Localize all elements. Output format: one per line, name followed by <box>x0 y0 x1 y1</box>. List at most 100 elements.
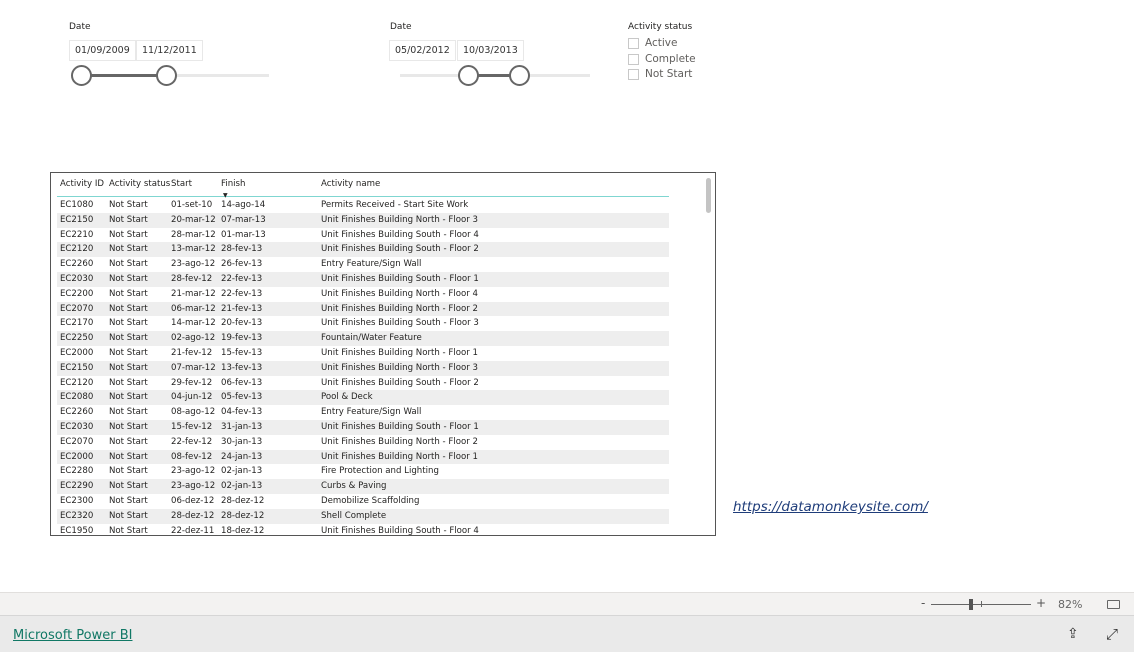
table-cell: 20-mar-12 <box>171 214 216 225</box>
table-cell: 04-fev-13 <box>221 407 263 418</box>
zoom-slider-handle[interactable] <box>969 599 973 610</box>
table-row[interactable]: EC2000 Not Start 21-fev-12 15-fev-13 Unit Fi… <box>57 346 669 361</box>
table-row[interactable]: EC2300 Not Start 06-dez-12 28-dez-12 Demobil… <box>57 494 669 509</box>
table-row[interactable]: EC2320 Not Start 28-dez-12 28-dez-12 Shell C… <box>57 508 669 524</box>
start-date-input[interactable]: 01/09/2009 <box>69 40 136 61</box>
table-cell: Not Start <box>109 362 148 373</box>
start-date-input[interactable]: 05/02/2012 <box>389 40 456 61</box>
slider-end-handle[interactable] <box>509 65 530 86</box>
table-cell: 28-fev-13 <box>221 244 263 255</box>
table-row[interactable]: EC2170 Not Start 14-mar-12 20-fev-13 Unit Fi… <box>57 316 669 331</box>
table-cell: 21-mar-12 <box>171 288 216 299</box>
table-cell: 28-fev-12 <box>171 274 213 284</box>
table-cell: EC2280 <box>60 466 94 477</box>
table-row[interactable]: EC2250 Not Start 02-ago-12 19-fev-13 Fountai… <box>57 331 669 346</box>
table-cell: Unit Finishes Building North - Floor 3 <box>321 362 478 373</box>
table-header: Activity ID Activity status Start Finish… <box>57 179 669 199</box>
table-cell: Entry Feature/Sign Wall <box>321 259 422 270</box>
website-link[interactable]: https://datamonkeysite.com/ <box>733 499 928 515</box>
table-row[interactable]: EC2030 Not Start 28-fev-12 22-fev-13 Unit Fi… <box>57 272 669 287</box>
table-row[interactable]: EC2260 Not Start 23-ago-12 26-fev-13 Entry F… <box>57 257 669 272</box>
table-row[interactable]: EC2260 Not Start 08-ago-12 04-fev-13 Entry F… <box>57 405 669 420</box>
slider-start-handle[interactable] <box>458 65 479 86</box>
table-row[interactable]: EC1950 Not Start 22-dez-11 18-dez-12 Unit Fi… <box>57 524 669 535</box>
table-cell: Not Start <box>109 466 148 477</box>
table-row[interactable]: EC2030 Not Start 15-fev-12 31-jan-13 Unit Fi… <box>57 420 669 435</box>
table-cell: Permits Received - Start Site Work <box>321 200 469 210</box>
table-row[interactable]: EC2070 Not Start 06-mar-12 21-fev-13 Unit Fi… <box>57 301 669 317</box>
table-cell: Not Start <box>109 407 148 418</box>
table-cell: 28-mar-12 <box>171 229 216 240</box>
table-cell: 23-ago-12 <box>171 259 216 270</box>
table-row[interactable]: EC2000 Not Start 08-fev-12 24-jan-13 Unit Fi… <box>57 449 669 465</box>
end-date-input[interactable]: 10/03/2013 <box>457 40 524 61</box>
table-row[interactable]: EC2200 Not Start 21-mar-12 22-fev-13 Unit Fi… <box>57 287 669 302</box>
table-row[interactable]: EC2150 Not Start 20-mar-12 07-mar-13 Unit Fi… <box>57 212 669 228</box>
slider-end-handle[interactable] <box>156 65 177 86</box>
table-cell: EC2000 <box>60 451 94 462</box>
table-cell: EC2250 <box>60 333 94 344</box>
zoom-out-button[interactable]: - <box>921 596 925 610</box>
table-cell: Unit Finishes Building North - Floor 2 <box>321 303 478 314</box>
table-cell: Not Start <box>109 510 148 521</box>
checkbox-active[interactable]: Active <box>628 37 677 49</box>
share-icon[interactable]: ⇪ <box>1067 626 1079 642</box>
table-cell: 13-mar-12 <box>171 244 216 255</box>
table-cell: 26-fev-13 <box>221 259 263 270</box>
zoom-in-button[interactable]: + <box>1036 596 1046 610</box>
footer: ⇪ ⤢ <box>0 616 1134 652</box>
table-cell: 28-dez-12 <box>171 510 215 521</box>
expand-icon[interactable]: ⤢ <box>1106 625 1118 643</box>
slider-range <box>82 74 167 77</box>
checkbox-not-start[interactable]: Not Start <box>628 68 692 80</box>
vertical-scrollbar[interactable] <box>706 178 711 213</box>
column-header[interactable]: Activity name <box>321 179 380 189</box>
table-cell: 02-jan-13 <box>221 466 263 477</box>
table-cell: Not Start <box>109 496 148 506</box>
table-row[interactable]: EC2120 Not Start 13-mar-12 28-fev-13 Unit Fi… <box>57 242 669 258</box>
table-row[interactable]: EC2070 Not Start 22-fev-12 30-jan-13 Unit Fi… <box>57 435 669 450</box>
column-header[interactable]: Activity ID <box>60 179 104 189</box>
checkbox-icon[interactable] <box>628 37 639 49</box>
table-row[interactable]: EC2290 Not Start 23-ago-12 02-jan-13 Curbs &… <box>57 479 669 494</box>
checkbox-complete[interactable]: Complete <box>628 53 696 65</box>
table-cell: Not Start <box>109 318 148 329</box>
power-bi-link[interactable]: Microsoft Power BI <box>13 628 132 643</box>
slicer-title: Date <box>390 22 412 32</box>
table-row[interactable]: EC2150 Not Start 07-mar-12 13-fev-13 Unit Fi… <box>57 360 669 376</box>
table-cell: 06-fev-13 <box>221 377 263 388</box>
table-cell: Not Start <box>109 377 148 388</box>
slider-start-handle[interactable] <box>71 65 92 86</box>
checkbox-icon[interactable] <box>628 53 639 65</box>
table-cell: Not Start <box>109 229 148 240</box>
table-cell: 04-jun-12 <box>171 392 213 403</box>
table-row[interactable]: EC2120 Not Start 29-fev-12 06-fev-13 Unit Fi… <box>57 376 669 391</box>
zoom-default-tick <box>981 601 982 607</box>
table-cell: 07-mar-13 <box>221 214 266 225</box>
table-cell: EC2030 <box>60 422 94 432</box>
fit-page-icon[interactable] <box>1107 600 1120 609</box>
end-date-input[interactable]: 11/12/2011 <box>136 40 203 61</box>
table-row[interactable]: EC1080 Not Start 01-set-10 14-ago-14 Permits… <box>57 198 669 213</box>
table-cell: Not Start <box>109 348 148 358</box>
table-row[interactable]: EC2080 Not Start 04-jun-12 05-fev-13 Pool & … <box>57 390 669 406</box>
table-cell: 21-fev-12 <box>171 348 213 358</box>
table-cell: 08-fev-12 <box>171 451 213 462</box>
column-header[interactable]: Finish <box>221 179 245 189</box>
table-cell: 30-jan-13 <box>221 436 263 447</box>
table-cell: EC2150 <box>60 214 94 225</box>
column-header[interactable]: Activity status <box>109 179 170 189</box>
table-cell: 15-fev-13 <box>221 348 263 358</box>
column-header[interactable]: Start <box>171 179 192 189</box>
checkbox-icon[interactable] <box>628 68 639 80</box>
table-row[interactable]: EC2280 Not Start 23-ago-12 02-jan-13 Fire Pr… <box>57 464 669 479</box>
checkbox-label: Not Start <box>645 68 693 80</box>
table-cell: Not Start <box>109 481 148 492</box>
table-cell: Not Start <box>109 288 148 299</box>
table-cell: 20-fev-13 <box>221 318 263 329</box>
table-cell: 28-dez-12 <box>221 496 265 506</box>
table-row[interactable]: EC2210 Not Start 28-mar-12 01-mar-13 Unit Fi… <box>57 228 669 243</box>
table-cell: EC1080 <box>60 200 94 210</box>
table-cell: 29-fev-12 <box>171 377 213 388</box>
table-cell: EC2080 <box>60 392 94 403</box>
